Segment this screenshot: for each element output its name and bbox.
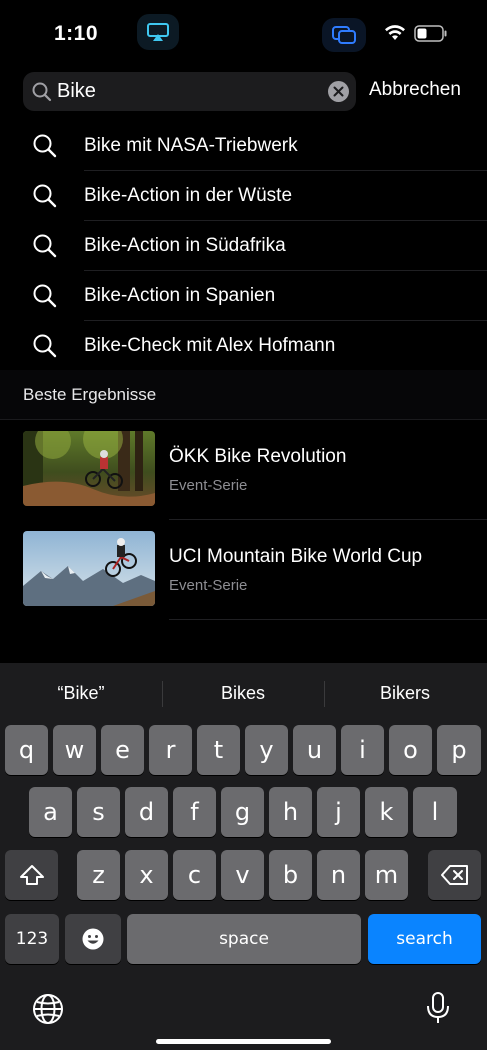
result-title: ÖKK Bike Revolution — [169, 446, 347, 467]
key-j[interactable]: j — [317, 787, 360, 837]
key-v[interactable]: v — [221, 850, 264, 900]
key-d[interactable]: d — [125, 787, 168, 837]
result-subtitle: Event-Serie — [169, 577, 248, 594]
status-time: 1:10 — [54, 22, 99, 45]
emoji-icon — [82, 928, 104, 950]
emoji-key[interactable] — [65, 914, 121, 964]
result-title: UCI Mountain Bike World Cup — [169, 546, 423, 567]
delete-key[interactable] — [428, 850, 481, 900]
key-c[interactable]: c — [173, 850, 216, 900]
key-k[interactable]: k — [365, 787, 408, 837]
suggestion-label: Bike-Check mit Alex Hofmann — [84, 335, 336, 356]
suggestion-label: Bike-Action in der Wüste — [84, 185, 293, 206]
key-a[interactable]: a — [29, 787, 72, 837]
battery-icon — [414, 25, 448, 47]
suggestion-item[interactable]: Bike-Action in Spanien — [0, 271, 487, 321]
result-thumbnail — [23, 531, 155, 606]
results-list: ÖKK Bike Revolution Event-Serie UCI Moun… — [0, 420, 487, 620]
key-o[interactable]: o — [389, 725, 432, 775]
key-y[interactable]: y — [245, 725, 288, 775]
key-e[interactable]: e — [101, 725, 144, 775]
suggestion-label: Bike mit NASA-Triebwerk — [84, 135, 298, 156]
suggestion-item[interactable]: Bike-Action in der Wüste — [0, 171, 487, 221]
result-subtitle: Event-Serie — [169, 477, 248, 494]
clear-text-icon[interactable] — [328, 81, 349, 102]
key-h[interactable]: h — [269, 787, 312, 837]
suggestion-item[interactable]: Bike-Action in Südafrika — [0, 221, 487, 271]
shift-icon — [19, 865, 44, 885]
suggestion-item[interactable]: Bike-Check mit Alex Hofmann — [0, 321, 487, 371]
numbers-key[interactable]: 123 — [5, 914, 59, 964]
key-n[interactable]: n — [317, 850, 360, 900]
key-r[interactable]: r — [149, 725, 192, 775]
prediction-item[interactable]: “Bike” — [0, 673, 162, 713]
key-b[interactable]: b — [269, 850, 312, 900]
section-header: Beste Ergebnisse — [0, 370, 487, 420]
search-field[interactable] — [23, 72, 356, 111]
prediction-item[interactable]: Bikers — [324, 673, 486, 713]
home-indicator — [156, 1039, 331, 1044]
wifi-icon — [384, 24, 406, 46]
key-u[interactable]: u — [293, 725, 336, 775]
status-bar: 1:10 — [0, 0, 487, 68]
search-icon — [31, 81, 53, 108]
microphone-icon[interactable] — [425, 991, 451, 1030]
search-input[interactable] — [57, 72, 327, 111]
search-icon — [32, 233, 58, 264]
prediction-item[interactable]: Bikes — [162, 673, 324, 713]
key-x[interactable]: x — [125, 850, 168, 900]
divider — [169, 619, 487, 620]
cancel-button[interactable]: Abbrechen — [369, 79, 461, 101]
search-icon — [32, 183, 58, 214]
suggestion-label: Bike-Action in Spanien — [84, 285, 276, 306]
key-i[interactable]: i — [341, 725, 384, 775]
key-q[interactable]: q — [5, 725, 48, 775]
space-key[interactable]: space — [127, 914, 361, 964]
key-m[interactable]: m — [365, 850, 408, 900]
suggestion-item[interactable]: Bike mit NASA-Triebwerk — [0, 121, 487, 171]
backspace-icon — [440, 865, 468, 885]
search-icon — [32, 133, 58, 164]
key-s[interactable]: s — [77, 787, 120, 837]
result-item[interactable]: ÖKK Bike Revolution Event-Serie — [0, 420, 487, 520]
key-f[interactable]: f — [173, 787, 216, 837]
key-g[interactable]: g — [221, 787, 264, 837]
prediction-bar: “Bike” Bikes Bikers — [0, 673, 487, 713]
search-icon — [32, 333, 58, 364]
key-p[interactable]: p — [437, 725, 481, 775]
search-key[interactable]: search — [368, 914, 481, 964]
keyboard: “Bike” Bikes Bikers q w e r t y u i o p … — [0, 663, 487, 1050]
key-w[interactable]: w — [53, 725, 96, 775]
result-thumbnail — [23, 431, 155, 506]
key-l[interactable]: l — [413, 787, 457, 837]
globe-icon[interactable] — [32, 993, 64, 1030]
suggestion-list: Bike mit NASA-Triebwerk Bike-Action in d… — [0, 121, 487, 371]
shift-key[interactable] — [5, 850, 58, 900]
screen-mirror-icon[interactable] — [322, 18, 366, 52]
suggestion-label: Bike-Action in Südafrika — [84, 235, 286, 256]
result-item[interactable]: UCI Mountain Bike World Cup Event-Serie — [0, 520, 487, 620]
key-z[interactable]: z — [77, 850, 120, 900]
search-icon — [32, 283, 58, 314]
key-t[interactable]: t — [197, 725, 240, 775]
airplay-icon[interactable] — [137, 14, 179, 50]
section-title: Beste Ergebnisse — [23, 385, 157, 404]
